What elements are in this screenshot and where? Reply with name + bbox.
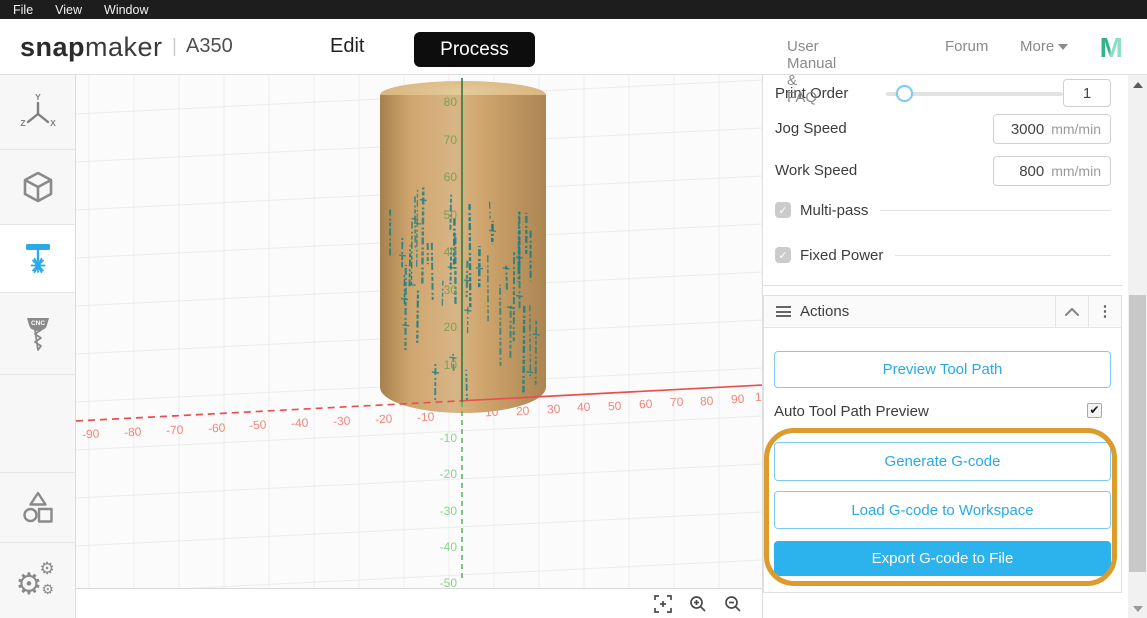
multi-pass-row: ✓ Multi-pass [775, 200, 1111, 220]
cube-icon [23, 171, 52, 203]
header-separator: | [172, 36, 177, 57]
z-axis-label: 40 [443, 245, 457, 259]
z-axis-label: 80 [443, 95, 457, 109]
sidebar-item-orientation[interactable]: Y Z X [0, 75, 75, 150]
jog-speed-unit: mm/min [1051, 121, 1101, 137]
load-gcode-button[interactable]: Load G-code to Workspace [774, 491, 1111, 529]
divider-line [880, 209, 1111, 211]
z-axis-label: 30 [443, 282, 457, 297]
menu-more[interactable]: More [1020, 38, 1087, 55]
multi-pass-label: Multi-pass [800, 201, 869, 219]
machine-model-label: A350 [186, 35, 233, 57]
snapmaker-logo: snapmaker [20, 32, 163, 62]
triangle-down-icon [1132, 605, 1143, 612]
section-menu-button[interactable]: ⋮ [1088, 295, 1121, 328]
cnc-tool-icon: CNC [26, 317, 49, 351]
work-speed-label: Work Speed [775, 162, 858, 179]
z-axis-label: 70 [443, 132, 457, 147]
menu-window[interactable]: Window [104, 3, 148, 17]
print-order-slider[interactable] [886, 79, 1063, 109]
actions-title: Actions [800, 303, 850, 320]
fixed-power-row: ✓ Fixed Power [775, 245, 1111, 265]
jog-speed-label: Jog Speed [775, 120, 847, 137]
jog-speed-input[interactable]: 3000 mm/min [993, 114, 1111, 144]
auto-preview-checkbox[interactable]: ✔ [1087, 403, 1102, 418]
app-header: snapmaker | A350 Edit Process User Manua… [0, 19, 1147, 106]
chevron-down-icon [1058, 44, 1069, 51]
zoom-in-button[interactable] [689, 595, 707, 613]
collapse-section-button[interactable] [1055, 295, 1088, 328]
fit-view-button[interactable] [654, 595, 672, 613]
svg-text:CNC: CNC [30, 320, 44, 327]
shapes-icon [22, 491, 53, 523]
svg-text:X: X [50, 118, 56, 128]
generate-gcode-button[interactable]: Generate G-code [774, 442, 1111, 481]
fixed-power-checkbox[interactable]: ✓ [775, 247, 791, 263]
panel-scrollbar[interactable] [1128, 75, 1147, 618]
divider-line [895, 254, 1111, 256]
xyz-axis-icon: Y Z X [20, 92, 56, 128]
viewport-3d[interactable]: -90-80-70-60-50-40-30-20-101020304050607… [76, 75, 762, 588]
process-settings-panel: Print Order 1 Jog Speed 3000 mm/min Work… [762, 75, 1123, 618]
zoom-out-button[interactable] [724, 595, 742, 613]
print-order-input[interactable]: 1 [1063, 79, 1111, 107]
sidebar-item-shapes[interactable] [0, 473, 75, 543]
chevron-up-icon [1065, 307, 1079, 316]
scroll-up-button[interactable] [1128, 75, 1147, 94]
z-axis-label: 60 [443, 170, 457, 184]
vertical-dots-icon: ⋮ [1097, 303, 1113, 320]
svg-text:Z: Z [20, 118, 25, 128]
laser-tool-icon [25, 243, 50, 273]
tab-edit[interactable]: Edit [330, 35, 364, 58]
left-toolbar: Y Z X CNC ⚙ ⚙ ⚙ [0, 75, 76, 618]
link-forum[interactable]: Forum [945, 38, 988, 55]
tab-process[interactable]: Process [414, 32, 535, 67]
fixed-power-label: Fixed Power [800, 246, 884, 264]
z-axis-label: 10 [443, 357, 457, 372]
work-speed-unit: mm/min [1051, 163, 1101, 179]
work-speed-row: Work Speed 800 mm/min [775, 156, 1111, 186]
svg-text:Y: Y [35, 92, 41, 102]
auto-tool-path-preview-row: Auto Tool Path Preview ✔ [774, 401, 1111, 421]
gears-settings-icon: ⚙ ⚙ ⚙ [15, 558, 55, 601]
sidebar-item-3d-view[interactable] [0, 150, 75, 225]
print-order-row: Print Order 1 [775, 79, 1111, 109]
sidebar-item-settings[interactable]: ⚙ ⚙ ⚙ [0, 543, 75, 618]
actions-card: Actions ⋮ Preview Tool Path Auto Tool Pa… [763, 295, 1122, 593]
triangle-up-icon [1132, 81, 1143, 88]
auto-preview-label: Auto Tool Path Preview [774, 403, 929, 420]
slider-handle[interactable] [896, 85, 913, 102]
z-axis-label: 50 [443, 207, 457, 222]
viewport-axes [76, 78, 762, 580]
actions-header: Actions ⋮ [764, 295, 1121, 328]
sidebar-item-cnc[interactable]: CNC [0, 293, 75, 375]
work-speed-input[interactable]: 800 mm/min [993, 156, 1111, 186]
preview-tool-path-button[interactable]: Preview Tool Path [774, 351, 1111, 388]
m-logo[interactable]: M [1100, 32, 1123, 64]
sidebar-item-laser[interactable] [0, 225, 75, 293]
z-axis-label: 20 [443, 320, 457, 334]
menu-file[interactable]: File [13, 3, 33, 17]
export-gcode-button[interactable]: Export G-code to File [774, 541, 1111, 576]
section-divider [763, 285, 1123, 286]
viewport-bottom-bar [76, 588, 762, 618]
sidebar-cell-empty [0, 375, 75, 473]
multi-pass-checkbox[interactable]: ✓ [775, 202, 791, 218]
hamburger-icon[interactable] [776, 304, 791, 320]
scroll-down-button[interactable] [1128, 599, 1147, 618]
jog-speed-row: Jog Speed 3000 mm/min [775, 114, 1111, 144]
app-menu-bar: File View Window [0, 0, 1147, 19]
menu-view[interactable]: View [55, 3, 82, 17]
scrollbar-thumb[interactable] [1129, 295, 1146, 572]
